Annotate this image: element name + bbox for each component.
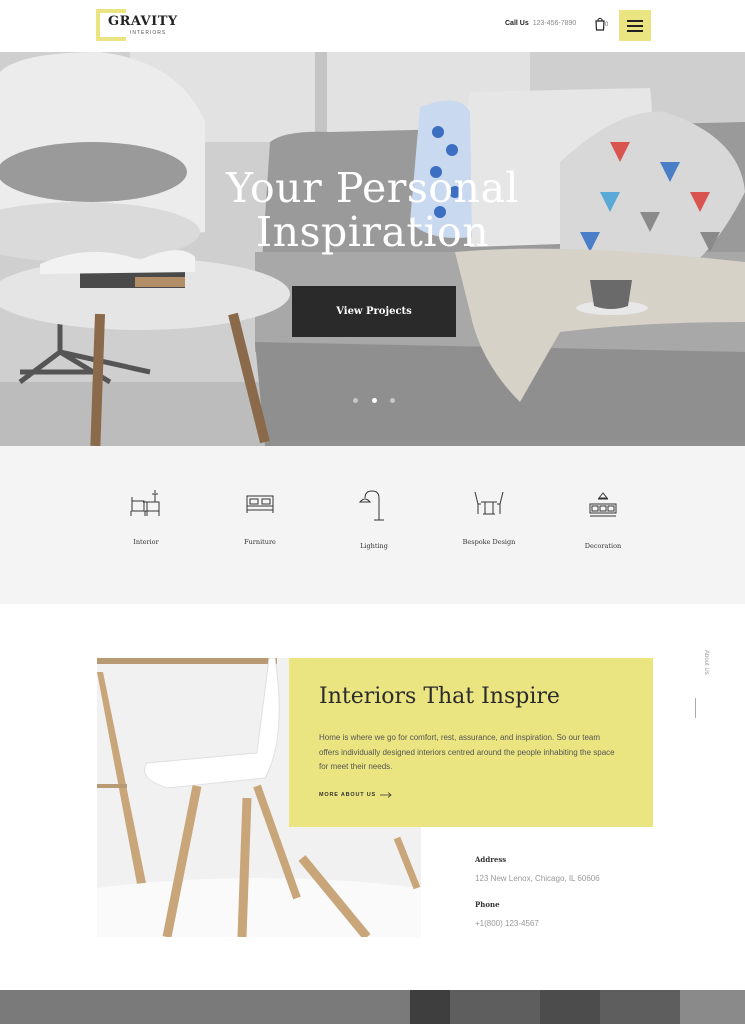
- arrow-right-icon[interactable]: [380, 792, 392, 798]
- about-us-side-label[interactable]: About Us: [697, 650, 709, 690]
- more-about-us-link[interactable]: MORE ABOUT US: [319, 792, 376, 798]
- address-value: 123 New Lenox, Chicago, IL 60606: [475, 874, 600, 883]
- bed-icon: [246, 495, 274, 513]
- about-title: Interiors That Inspire: [319, 684, 560, 709]
- site-header: GRAVITY INTERIORS Call Us 123-456-7890 0: [0, 0, 745, 52]
- logo[interactable]: GRAVITY INTERIORS: [96, 9, 177, 41]
- hamburger-icon-bar: [627, 30, 643, 32]
- slider-dot-1[interactable]: [353, 398, 358, 403]
- about-card: Interiors That Inspire Home is where we …: [289, 658, 653, 827]
- desk-chair-icon: [130, 490, 160, 516]
- hero-title-line1: Your Personal: [225, 164, 520, 212]
- service-bespoke-design[interactable]: Bespoke Design: [434, 488, 544, 546]
- cart-count: 0: [605, 22, 609, 28]
- services-section: Interior Furniture Lighting Bespoke Desi…: [0, 446, 745, 604]
- about-text: Home is where we go for comfort, rest, a…: [319, 733, 615, 771]
- next-section-photo: [0, 990, 745, 1024]
- slider-dot-2[interactable]: [372, 398, 377, 403]
- next-section-image: [0, 990, 745, 1024]
- service-label: Decoration: [584, 542, 622, 550]
- service-interior[interactable]: Interior: [91, 488, 201, 546]
- service-label: Furniture: [244, 538, 276, 546]
- call-label: Call Us: [505, 20, 529, 27]
- side-divider: [695, 698, 696, 718]
- logo-name: GRAVITY: [108, 14, 178, 29]
- slider-dot-3[interactable]: [390, 398, 395, 403]
- hero-title: Your Personal Inspiration: [0, 166, 745, 254]
- slider-dots: [353, 398, 397, 404]
- wall-frames-icon: [589, 492, 617, 517]
- logo-subtitle: INTERIORS: [130, 30, 167, 36]
- menu-button[interactable]: [619, 10, 651, 41]
- service-furniture[interactable]: Furniture: [205, 488, 315, 546]
- hamburger-icon-bar: [627, 25, 643, 27]
- hero-slider: Your Personal Inspiration View Projects: [0, 52, 745, 446]
- floor-lamp-icon: [358, 490, 384, 521]
- table-chairs-icon: [474, 491, 504, 515]
- phone-label: Phone: [475, 900, 500, 909]
- service-label: Bespoke Design: [462, 538, 516, 546]
- service-decoration[interactable]: Decoration: [548, 488, 658, 550]
- header-phone[interactable]: 123-456-7890: [533, 20, 577, 27]
- hero-title-line2: Inspiration: [255, 208, 490, 256]
- service-lighting[interactable]: Lighting: [319, 488, 429, 550]
- phone-value[interactable]: +1(800) 123-4567: [475, 919, 539, 928]
- service-label: Interior: [133, 538, 159, 546]
- call-us: Call Us 123-456-7890: [505, 20, 576, 27]
- view-projects-button[interactable]: View Projects: [292, 286, 456, 337]
- address-label: Address: [475, 855, 507, 864]
- hamburger-icon: [627, 20, 643, 22]
- service-label: Lighting: [360, 542, 388, 550]
